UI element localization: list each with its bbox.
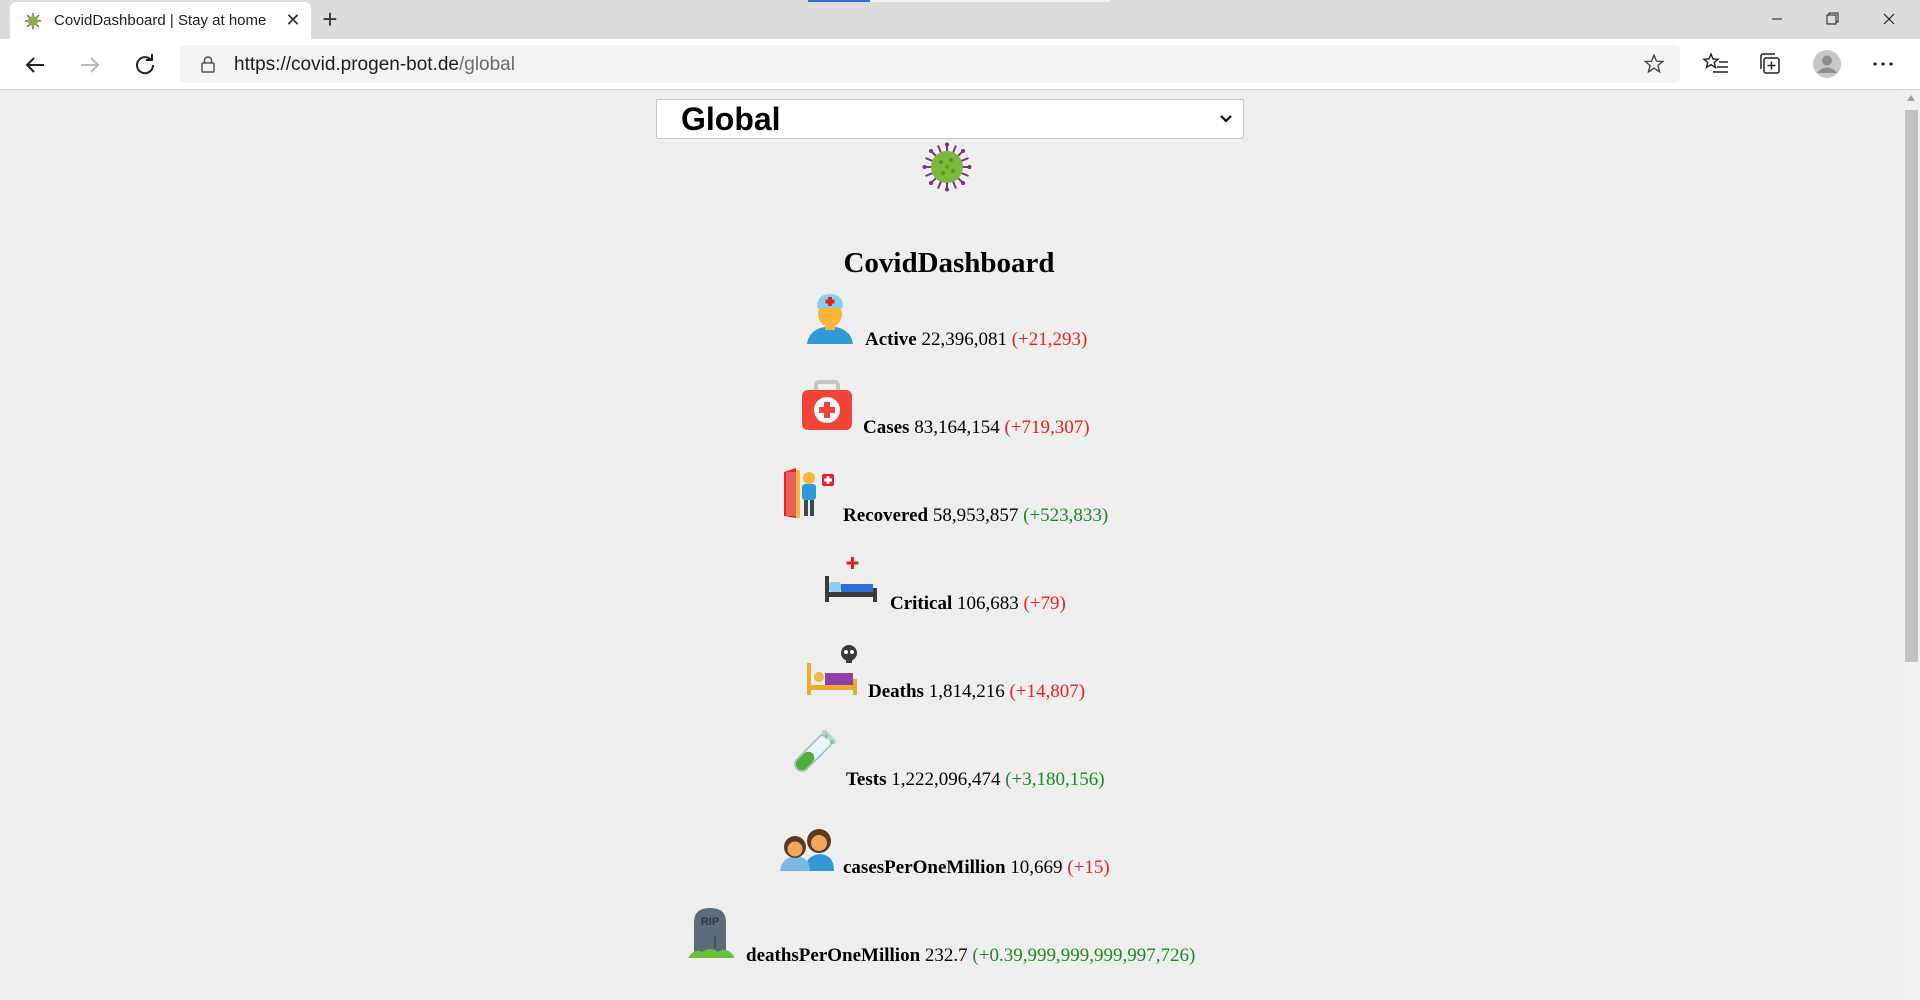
stat-value: 22,396,081: [921, 329, 1007, 350]
stat-label: Tests: [846, 769, 887, 790]
patient-discharge-icon: [784, 468, 834, 518]
test-tube-icon: [794, 730, 836, 772]
forward-arrow-icon[interactable]: [75, 50, 105, 80]
more-options-icon[interactable]: [1868, 49, 1898, 79]
region-select-value: Global: [681, 101, 781, 137]
region-select[interactable]: Global: [656, 99, 1244, 139]
stat-label: Cases: [863, 417, 910, 438]
stat-value: 1,222,096,474: [891, 769, 1001, 790]
close-window-icon[interactable]: [1866, 4, 1912, 34]
scroll-up-arrow-icon[interactable]: [1906, 94, 1916, 102]
stat-label: Active: [865, 329, 917, 350]
restore-window-icon[interactable]: [1810, 4, 1856, 34]
stat-deaths: Deaths 1,814,216 (+14,807): [868, 681, 1085, 703]
minimize-window-icon[interactable]: [1754, 4, 1800, 34]
profile-avatar-icon[interactable]: [1812, 49, 1842, 79]
stat-label: casesPerOneMillion: [843, 857, 1006, 878]
reload-icon[interactable]: [130, 50, 160, 80]
stat-delta: (+21,293): [1011, 329, 1088, 350]
scrollbar-thumb[interactable]: [1905, 110, 1918, 662]
deathbed-icon: [807, 645, 857, 695]
stat-deaths-per-million: deathsPerOneMillion 232.7 (+0.39,999,999…: [746, 945, 1195, 967]
stat-delta: (+0.39,999,999,999,997,726): [972, 945, 1196, 966]
lock-icon[interactable]: [198, 54, 218, 74]
stat-cases: Cases 83,164,154 (+719,307): [863, 417, 1090, 439]
tab-close-icon[interactable]: ✕: [282, 9, 304, 31]
new-tab-icon[interactable]: +: [316, 6, 344, 34]
stat-label: Critical: [890, 593, 953, 614]
tab-strip-indicator-secondary: [870, 0, 1110, 2]
page-scrollbar[interactable]: [1902, 90, 1920, 1000]
favorite-star-icon[interactable]: [1643, 53, 1665, 75]
gravestone-text: RIP: [701, 916, 719, 928]
stat-value: 232.7: [924, 945, 968, 966]
stat-cases-per-million: casesPerOneMillion 10,669 (+15): [843, 857, 1110, 879]
favorites-list-icon[interactable]: [1701, 49, 1731, 79]
stat-tests: Tests 1,222,096,474 (+3,180,156): [846, 769, 1105, 791]
hospital-bed-icon: [825, 557, 877, 602]
stat-value: 83,164,154: [914, 417, 1000, 438]
stat-value: 58,953,857: [932, 505, 1019, 526]
stat-recovered: Recovered 58,953,857 (+523,833): [843, 505, 1108, 527]
stat-delta: (+14,807): [1009, 681, 1086, 702]
stat-label: deathsPerOneMillion: [746, 945, 921, 966]
stat-value: 1,814,216: [928, 681, 1005, 702]
stat-delta: (+719,307): [1004, 417, 1090, 438]
address-bar[interactable]: https://covid.progen-bot.de/global: [180, 45, 1680, 83]
stat-delta: (+523,833): [1023, 505, 1109, 526]
people-icon: [780, 829, 834, 871]
browser-tab-active[interactable]: CovidDashboard | Stay at home ✕: [10, 2, 311, 39]
stat-delta: (+15): [1067, 857, 1110, 878]
browser-tab-bar: CovidDashboard | Stay at home ✕ +: [0, 0, 1920, 39]
stat-delta: (+3,180,156): [1005, 769, 1105, 790]
stat-delta: (+79): [1023, 593, 1066, 614]
stat-value: 10,669: [1010, 857, 1063, 878]
stat-active: Active 22,396,081 (+21,293): [865, 329, 1087, 351]
virus-favicon-icon: [24, 12, 42, 30]
collections-icon[interactable]: [1756, 49, 1786, 79]
first-aid-kit-icon: [802, 380, 852, 430]
doctor-icon: [807, 294, 853, 344]
stat-value: 106,683: [957, 593, 1019, 614]
stat-critical: Critical 106,683 (+79): [890, 593, 1066, 615]
virus-logo-icon: [922, 142, 972, 192]
tab-title: CovidDashboard | Stay at home: [54, 12, 267, 29]
tab-strip-indicator: [808, 0, 870, 2]
url-host: https://covid.progen-bot.de: [234, 54, 459, 75]
chevron-down-icon: [1220, 115, 1232, 123]
page-title: CovidDashboard: [843, 247, 1055, 280]
stat-label: Deaths: [868, 681, 924, 702]
stat-label: Recovered: [843, 505, 929, 526]
url-text: https://covid.progen-bot.de/global: [234, 54, 515, 76]
gravestone-icon: RIP: [688, 908, 734, 958]
back-arrow-icon[interactable]: [20, 50, 50, 80]
url-path: /global: [458, 54, 515, 75]
browser-toolbar: https://covid.progen-bot.de/global: [0, 39, 1920, 90]
